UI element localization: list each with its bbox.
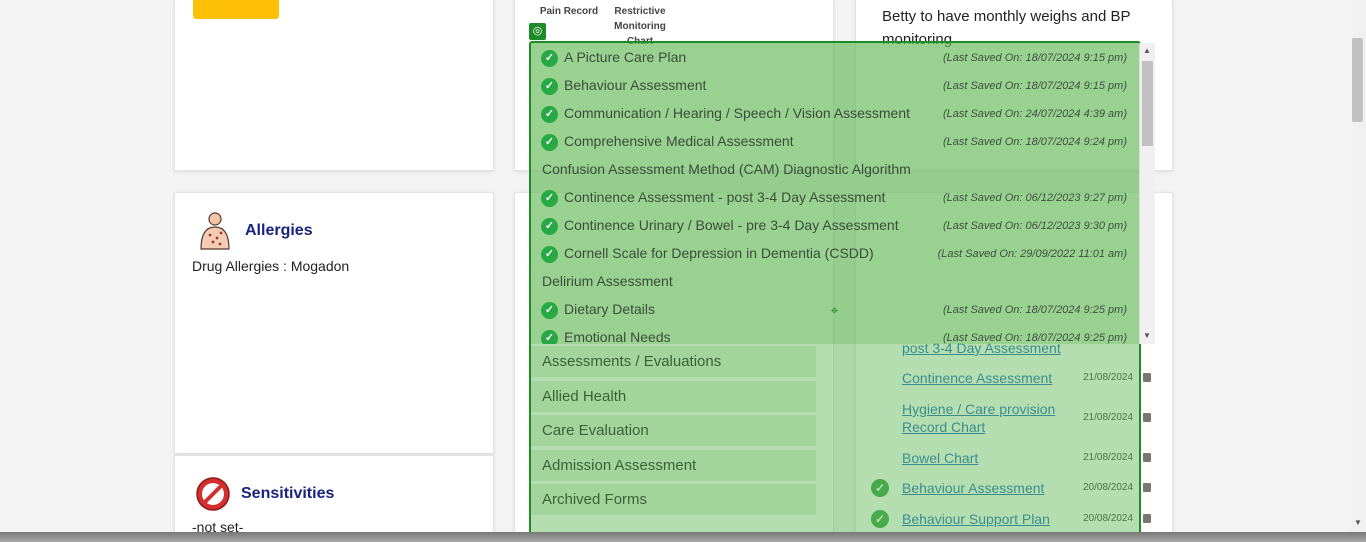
crosshair-icon: ⌖ [830, 302, 839, 318]
check-circle-icon: ✓ [541, 246, 558, 263]
allergies-text: Drug Allergies : Mogadon [192, 258, 350, 274]
allergy-body-icon [200, 212, 230, 250]
sensitivities-header: Sensitivities [195, 476, 334, 512]
dropdown-item[interactable]: ✓ Emotional Needs (Last Saved On: 18/07/… [531, 324, 1127, 344]
check-circle-icon: ✓ [541, 302, 558, 319]
document-icon[interactable] [1143, 453, 1151, 462]
dropdown-item-saved: (Last Saved On: 06/12/2023 9:27 pm) [942, 192, 1127, 204]
dropdown-item[interactable]: ✓ Communication / Hearing / Speech / Vis… [531, 100, 1127, 128]
top-left-card [174, 0, 494, 171]
dropdown-scrollbar[interactable]: ▲ ▼ [1139, 43, 1155, 344]
dropdown-item-saved: (Last Saved On: 18/07/2024 9:25 pm) [942, 332, 1127, 344]
dropdown-item-name: Confusion Assessment Method (CAM) Diagno… [542, 161, 911, 177]
dropdown-item-saved: (Last Saved On: 18/07/2024 9:15 pm) [942, 80, 1127, 92]
page-scrollbar[interactable]: ▼ [1349, 0, 1366, 542]
yellow-action-button[interactable] [193, 0, 279, 19]
check-circle-icon: ✓ [541, 190, 558, 207]
allergies-header: Allergies [195, 211, 313, 251]
dropdown-item-name: Continence Urinary / Bowel - pre 3-4 Day… [564, 217, 899, 233]
dropdown-item-name: Cornell Scale for Depression in Dementia… [564, 245, 874, 261]
check-circle-icon: ✓ [541, 106, 558, 123]
check-circle-icon: ✓ [541, 330, 558, 344]
check-circle-icon: ✓ [541, 50, 558, 67]
dropdown-item[interactable]: Confusion Assessment Method (CAM) Diagno… [531, 156, 1127, 184]
dropdown-item[interactable]: ✓ Continence Assessment - post 3-4 Day A… [531, 184, 1127, 212]
overlay-marker-icon[interactable]: ◎ [529, 23, 546, 40]
no-entry-icon [196, 477, 230, 511]
dropdown-item-saved: (Last Saved On: 29/09/2022 11:01 am) [937, 248, 1127, 260]
dropdown-item-name: Emotional Needs [564, 329, 671, 344]
scroll-up-icon[interactable]: ▲ [1143, 46, 1151, 55]
document-icon[interactable] [1143, 483, 1151, 492]
scroll-down-icon[interactable]: ▼ [1143, 331, 1151, 340]
dropdown-item[interactable]: Delirium Assessment [531, 268, 1127, 296]
assessment-dropdown-list[interactable]: ✓ A Picture Care Plan (Last Saved On: 18… [531, 43, 1139, 344]
check-circle-icon: ✓ [541, 218, 558, 235]
bottom-horizontal-bar [0, 532, 1366, 542]
allergies-title: Allergies [245, 222, 313, 239]
dropdown-item[interactable]: ✓ Continence Urinary / Bowel - pre 3-4 D… [531, 212, 1127, 240]
dropdown-item-saved: (Last Saved On: 18/07/2024 9:15 pm) [942, 52, 1127, 64]
pain-record-header[interactable]: Pain Record [537, 4, 601, 19]
document-icon[interactable] [1143, 373, 1151, 382]
page-scroll-down-icon[interactable]: ▼ [1354, 518, 1362, 527]
allergies-card: Allergies Drug Allergies : Mogadon [174, 192, 494, 454]
dropdown-item-name: Communication / Hearing / Speech / Visio… [564, 105, 911, 121]
dropdown-item[interactable]: ✓ A Picture Care Plan (Last Saved On: 18… [531, 44, 1127, 72]
dropdown-item-name: Continence Assessment - post 3-4 Day Ass… [564, 189, 886, 205]
check-circle-icon: ✓ [541, 134, 558, 151]
check-circle-icon: ✓ [541, 78, 558, 95]
dropdown-scroll-thumb[interactable] [1142, 61, 1153, 146]
dropdown-item-saved: (Last Saved On: 18/07/2024 9:24 pm) [942, 136, 1127, 148]
dropdown-item-name: Comprehensive Medical Assessment [564, 133, 794, 149]
dropdown-item-name: A Picture Care Plan [564, 49, 687, 65]
sensitivities-card: Sensitivities -not set- [174, 455, 494, 542]
dropdown-item-name: Dietary Details [564, 301, 656, 317]
dropdown-item-saved: (Last Saved On: 06/12/2023 9:30 pm) [942, 220, 1127, 232]
dropdown-item[interactable]: ✓ Behaviour Assessment (Last Saved On: 1… [531, 72, 1127, 100]
document-icon[interactable] [1143, 413, 1151, 422]
dropdown-item-saved: (Last Saved On: 24/07/2024 4:39 am) [942, 108, 1127, 120]
sensitivities-title: Sensitivities [241, 485, 335, 502]
document-icon[interactable] [1143, 514, 1151, 523]
dropdown-item-name: Behaviour Assessment [564, 77, 707, 93]
dropdown-item[interactable]: ✓ Comprehensive Medical Assessment (Last… [531, 128, 1127, 156]
dropdown-item-saved: (Last Saved On: 18/07/2024 9:25 pm) [942, 304, 1127, 316]
dropdown-item-name: Delirium Assessment [542, 273, 673, 289]
dropdown-item[interactable]: ✓ Cornell Scale for Depression in Dement… [531, 240, 1127, 268]
page-scroll-thumb[interactable] [1352, 38, 1363, 122]
